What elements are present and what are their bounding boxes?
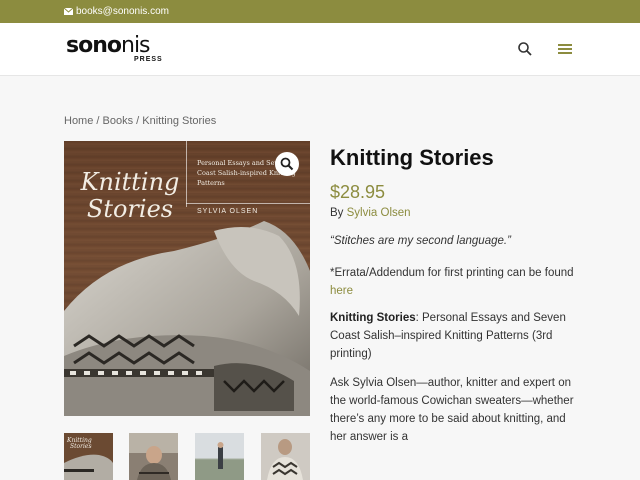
cover-title: Knitting Stories bbox=[80, 168, 180, 223]
product-title: Knitting Stories bbox=[330, 145, 494, 170]
search-icon[interactable] bbox=[517, 41, 533, 57]
author-link[interactable]: Sylvia Olsen bbox=[347, 207, 411, 219]
thumbnail-gallery: Knitting Stories bbox=[64, 433, 310, 480]
author-line: By Sylvia Olsen bbox=[330, 207, 411, 219]
site-header: sononis PRESS bbox=[0, 23, 640, 76]
product-quote: “Stitches are my second language.” bbox=[330, 235, 511, 247]
product-intro-text: Ask Sylvia Olsen—author, knitter and exp… bbox=[330, 377, 574, 443]
thumbnail-photo-4[interactable] bbox=[261, 433, 310, 480]
product-summary: Knitting Stories $28.95 By Sylvia Olsen … bbox=[330, 144, 590, 443]
product-main-image[interactable]: Knitting Stories Personal Essays and Sev… bbox=[64, 141, 310, 416]
logo-press: PRESS bbox=[134, 56, 163, 63]
breadcrumb-home[interactable]: Home bbox=[64, 115, 93, 127]
thumbnail-photo-3[interactable] bbox=[195, 433, 244, 480]
thumbnail-photo-2[interactable] bbox=[129, 433, 178, 480]
breadcrumb-current: Knitting Stories bbox=[142, 115, 217, 127]
errata-text: *Errata/Addendum for first printing can … bbox=[330, 267, 574, 279]
hamburger-menu-icon[interactable] bbox=[557, 42, 573, 56]
product-description: Knitting Stories: Personal Essays and Se… bbox=[330, 309, 582, 363]
breadcrumb: Home / Books / Knitting Stories bbox=[64, 115, 216, 127]
description-title: Knitting Stories bbox=[330, 312, 416, 324]
email-text: books@sononis.com bbox=[76, 6, 169, 17]
cover-divider bbox=[186, 141, 187, 207]
mail-icon bbox=[64, 8, 73, 15]
email-link[interactable]: books@sononis.com bbox=[64, 5, 169, 18]
breadcrumb-separator: / bbox=[133, 115, 143, 127]
top-bar: books@sononis.com bbox=[0, 0, 640, 23]
errata-note: *Errata/Addendum for first printing can … bbox=[330, 264, 582, 300]
cover-divider-horizontal bbox=[186, 203, 310, 204]
svg-text:Stories: Stories bbox=[70, 443, 92, 450]
author-by-label: By bbox=[330, 207, 347, 219]
breadcrumb-separator: / bbox=[93, 115, 103, 127]
errata-link[interactable]: here bbox=[330, 285, 353, 297]
zoom-button[interactable] bbox=[275, 152, 299, 176]
product-price: $28.95 bbox=[330, 182, 386, 202]
magnifier-icon bbox=[280, 157, 294, 171]
breadcrumb-books[interactable]: Books bbox=[103, 115, 134, 127]
cover-author: SYLVIA OLSEN bbox=[197, 208, 259, 215]
thumbnail-cover[interactable]: Knitting Stories bbox=[64, 433, 113, 480]
site-logo[interactable]: sononis PRESS bbox=[66, 35, 166, 65]
logo-wordmark: sononis bbox=[66, 33, 151, 58]
